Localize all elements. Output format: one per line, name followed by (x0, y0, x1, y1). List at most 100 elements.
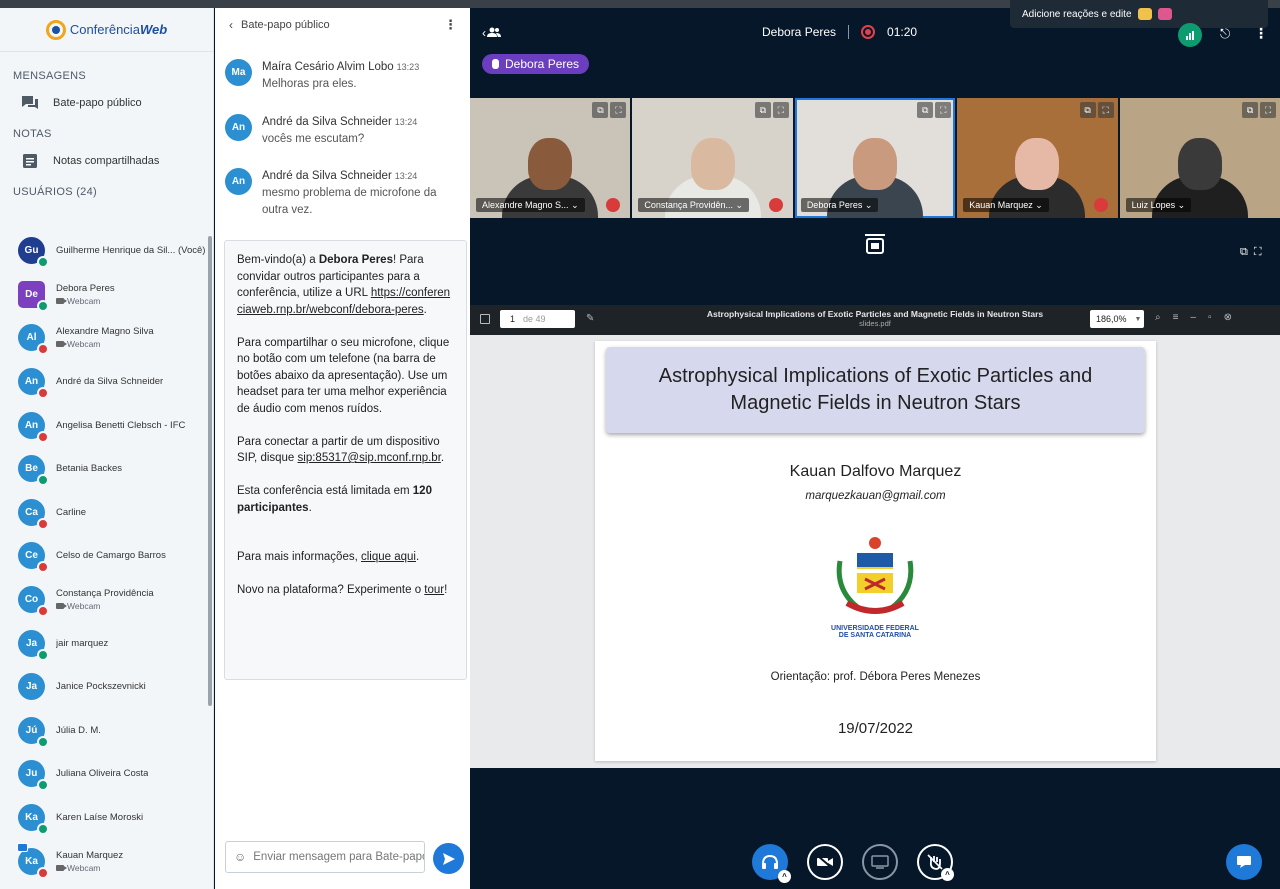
close-icon[interactable]: ⊗ (1224, 312, 1232, 323)
options-menu-icon[interactable]: ⋮ (1254, 25, 1268, 42)
user-list-item[interactable]: Al Alexandre Magno Silva Webcam (0, 316, 206, 360)
message-text: vocês me escutam? (262, 133, 365, 145)
chat-header: ‹ Bate-papo público ⋮ (215, 8, 470, 42)
video-user-name[interactable]: Kauan Marquez ⌄ (963, 198, 1049, 212)
sidebar-item-shared-notes[interactable]: Notas compartilhadas (0, 144, 213, 178)
user-list-item[interactable]: Ce Celso de Camargo Barros (0, 534, 206, 578)
webcam-toggle-button[interactable] (807, 844, 843, 880)
headphones-icon (762, 854, 778, 869)
user-list-item[interactable]: Gu Guilherme Henrique da Sil... (Você) (0, 229, 206, 273)
avatar: Ka (18, 804, 49, 836)
audio-button[interactable]: ^ (752, 844, 791, 883)
app-logo[interactable]: ConferênciaWeb (0, 8, 213, 52)
user-list-item[interactable]: Be Betania Backes (0, 447, 206, 491)
restore-icon[interactable]: ▫ (1208, 312, 1212, 323)
microphone-icon (492, 59, 499, 69)
user-name: jair marquez (56, 637, 109, 649)
pen-icon[interactable]: ✎ (586, 313, 594, 324)
leave-icon[interactable]: ⎋ (1220, 26, 1230, 42)
message-author: Maíra Cesário Alvim Lobo (262, 61, 394, 73)
video-tile[interactable]: ⧉ ⛶ Debora Peres ⌄ (794, 98, 956, 218)
search-icon[interactable]: ⌕ (1155, 312, 1161, 323)
page-number-field[interactable]: 1 de 49 (500, 310, 575, 328)
pin-icon[interactable]: ⧉ (1079, 102, 1096, 118)
pin-icon[interactable]: ⧉ (1242, 102, 1259, 118)
sidebar-toggle-icon[interactable] (480, 314, 490, 324)
fullscreen-icon[interactable]: ⛶ (935, 102, 952, 118)
minimize-icon[interactable]: – (1190, 312, 1196, 323)
chat-input-placeholder: Enviar mensagem para Bate-papo público (253, 851, 425, 863)
sidebar-item-label: Bate-papo público (53, 97, 142, 109)
notes-icon (20, 152, 40, 170)
webcam-icon (56, 341, 67, 348)
video-tile[interactable]: ⧉ ⛶ Constança Providên... ⌄ (632, 98, 793, 218)
user-list-item[interactable]: Ja Janice Pockszevnicki (0, 665, 206, 709)
sip-link[interactable]: sip:85317@sip.mconf.rnp.br (298, 452, 441, 464)
tour-link[interactable]: tour (424, 584, 444, 596)
fullscreen-icon[interactable]: ⛶ (610, 102, 627, 118)
connection-status-icon[interactable] (1178, 23, 1202, 47)
screen-share-icon (871, 855, 889, 869)
avatar: An (225, 114, 252, 141)
video-user-name[interactable]: Constança Providên... ⌄ (638, 198, 750, 212)
video-tile[interactable]: ⧉ ⛶ Luiz Lopes ⌄ (1119, 98, 1280, 218)
fullscreen-icon[interactable]: ⛶ (1260, 102, 1277, 118)
video-tile[interactable]: ⧉ ⛶ Kauan Marquez ⌄ (957, 98, 1118, 218)
muted-mic-icon (37, 387, 49, 400)
webcam-icon (56, 297, 67, 304)
external-open-icon[interactable]: ⧉ (1240, 246, 1248, 259)
swap-presentation-icon[interactable] (863, 234, 887, 256)
muted-mic-icon (37, 866, 49, 879)
video-user-name[interactable]: Debora Peres ⌄ (800, 198, 879, 212)
toggle-userlist-icon[interactable]: ‹ (482, 26, 501, 40)
avatar: Jú (18, 716, 49, 748)
logo-icon (45, 19, 66, 40)
video-tile[interactable]: ⧉ ⛶ Alexandre Magno S... ⌄ (470, 98, 631, 218)
menu-icon[interactable]: ≡ (1173, 312, 1179, 323)
chevron-up-icon[interactable]: ^ (778, 870, 791, 883)
users-scrollbar[interactable] (208, 236, 212, 706)
fullscreen-icon[interactable]: ⛶ (772, 102, 789, 118)
share-screen-button[interactable] (862, 844, 898, 880)
chat-message: An André da Silva Schneider 13:24 mesmo pro… (215, 168, 467, 219)
user-list-item[interactable]: Ju Juliana Oliveira Costa (0, 752, 206, 796)
avatar: Gu (18, 237, 49, 269)
audio-status-icon (37, 299, 49, 312)
chat-title: Bate-papo público (241, 19, 330, 31)
raise-hand-button[interactable]: ^ (917, 844, 954, 881)
pin-icon[interactable]: ⧉ (754, 102, 771, 118)
user-list-item[interactable]: An André da Silva Schneider (0, 360, 206, 404)
pin-icon[interactable]: ⧉ (917, 102, 934, 118)
chat-options-icon[interactable]: ⋮ (444, 17, 457, 33)
sidebar-item-public-chat[interactable]: Bate-papo público (0, 86, 213, 120)
user-name: Angelisa Benetti Clebsch - IFC (56, 419, 186, 431)
sidebar: ConferênciaWeb MENSAGENS Bate-papo públi… (0, 8, 214, 889)
user-list-item[interactable]: Ka Karen Laíse Moroski (0, 796, 206, 840)
university-name-lower: DE SANTA CATARINA (839, 632, 911, 637)
user-list-item[interactable]: De Debora Peres Webcam (0, 273, 206, 317)
send-message-button[interactable] (433, 843, 464, 874)
zoom-select[interactable]: 186,0% ▼ (1090, 310, 1144, 328)
video-user-name[interactable]: Alexandre Magno S... ⌄ (476, 198, 585, 212)
user-list-item[interactable]: Ja jair marquez (0, 621, 206, 665)
open-chat-button[interactable] (1226, 844, 1262, 880)
fullscreen-icon[interactable]: ⛶ (1254, 246, 1262, 259)
video-user-name[interactable]: Luiz Lopes ⌄ (1125, 198, 1192, 212)
user-list-item[interactable]: Jú Júlia D. M. (0, 709, 206, 753)
pin-icon[interactable]: ⧉ (592, 102, 609, 118)
user-list-item[interactable]: Ca Carline (0, 491, 206, 535)
user-list-item[interactable]: An Angelisa Benetti Clebsch - IFC (0, 403, 206, 447)
fullscreen-icon[interactable]: ⛶ (1097, 102, 1114, 118)
user-list-item[interactable]: Co Constança Providência Webcam (0, 578, 206, 622)
chevron-left-icon[interactable]: ‹ (229, 18, 233, 32)
chevron-up-icon[interactable]: ^ (941, 868, 954, 881)
more-info-link[interactable]: clique aqui (361, 551, 416, 563)
chat-message-input[interactable]: ☺ Enviar mensagem para Bate-papo público (225, 841, 425, 873)
user-list-item[interactable]: Ka Kauan Marquez Webcam (0, 839, 206, 883)
recording-icon[interactable] (861, 25, 876, 39)
user-name: Janice Pockszevnicki (56, 681, 146, 693)
audio-status-icon (37, 735, 49, 748)
pdf-viewer[interactable]: Astrophysical Implications of Exotic Par… (470, 335, 1280, 768)
user-name: Celso de Camargo Barros (56, 550, 166, 562)
emoji-icon[interactable]: ☺ (234, 850, 246, 864)
